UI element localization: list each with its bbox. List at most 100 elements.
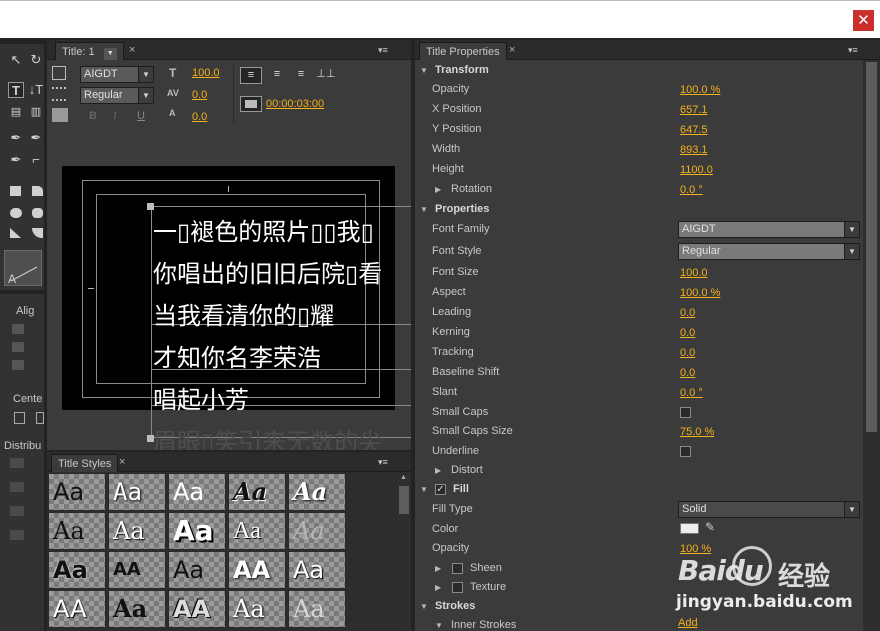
- expand-triangle-icon[interactable]: ▶: [435, 583, 441, 592]
- style-swatch[interactable]: Aa: [168, 512, 226, 550]
- title-text-block[interactable]: 一▯褪色的照片▯▯我▯ 你唱出的旧旧后院▯看 当我看清你的▯耀 才知你名李荣浩 …: [151, 212, 411, 450]
- style-swatch[interactable]: Aa: [228, 512, 286, 550]
- align-left-button[interactable]: ≡: [240, 67, 262, 84]
- distribute-center-icon[interactable]: [10, 482, 24, 492]
- pen-tool-icon[interactable]: ✒: [8, 130, 24, 146]
- underline-checkbox[interactable]: [680, 446, 691, 457]
- property-value[interactable]: 0.0: [680, 327, 695, 339]
- convert-anchor-tool-icon[interactable]: ⌐: [28, 152, 44, 168]
- style-swatch[interactable]: AA: [228, 551, 286, 589]
- style-swatch[interactable]: Aa: [48, 551, 106, 589]
- tab-title-1[interactable]: Title: 1 ▼: [55, 42, 124, 60]
- distribute-left-icon[interactable]: [10, 458, 24, 468]
- strokes-section-header[interactable]: Strokes: [435, 600, 475, 612]
- texture-checkbox[interactable]: [452, 582, 463, 593]
- style-swatch[interactable]: Aa: [168, 551, 226, 589]
- collapse-triangle-icon[interactable]: ▼: [420, 485, 428, 494]
- close-tab-icon[interactable]: ×: [509, 44, 515, 56]
- kerning-value[interactable]: 0.0: [192, 89, 207, 101]
- expand-triangle-icon[interactable]: ▶: [435, 185, 441, 194]
- arc-tool-icon[interactable]: [32, 228, 43, 238]
- fill-type-dropdown[interactable]: Solid ▼: [678, 501, 860, 518]
- underline-button[interactable]: U: [137, 110, 145, 122]
- fill-color-swatch[interactable]: [680, 523, 699, 534]
- center-vertical-icon[interactable]: [36, 412, 44, 424]
- scroll-up-icon[interactable]: ▲: [400, 474, 407, 481]
- style-swatch[interactable]: Aa: [228, 590, 286, 628]
- tab-title-properties[interactable]: Title Properties: [419, 42, 507, 60]
- property-value[interactable]: 100.0: [680, 267, 708, 279]
- scrollbar-thumb[interactable]: [866, 62, 877, 432]
- selection-tool-icon[interactable]: ↖: [8, 52, 24, 68]
- clipped-rectangle-tool-icon[interactable]: [32, 186, 43, 196]
- add-inner-stroke-link[interactable]: Add: [678, 617, 698, 629]
- distribute-right-icon[interactable]: [10, 506, 24, 516]
- vertical-area-type-tool-icon[interactable]: ▥: [28, 104, 44, 120]
- rounded-rectangle-tool-icon[interactable]: [32, 208, 43, 218]
- new-title-icon[interactable]: [52, 66, 66, 80]
- style-swatch[interactable]: Aa: [228, 473, 286, 511]
- property-value[interactable]: 0.0: [680, 307, 695, 319]
- style-swatch[interactable]: Aa: [48, 512, 106, 550]
- fill-section-header[interactable]: Fill: [453, 483, 469, 495]
- font-family-select[interactable]: AIGDT ▼: [80, 66, 154, 83]
- eyedropper-icon[interactable]: ✎: [705, 520, 715, 534]
- area-type-tool-icon[interactable]: ▤: [8, 104, 24, 120]
- style-swatch[interactable]: AA: [108, 551, 166, 589]
- rotation-tool-icon[interactable]: ↻: [28, 52, 44, 68]
- font-size-value[interactable]: 100.0: [192, 67, 220, 79]
- wedge-tool-icon[interactable]: [10, 228, 21, 238]
- tab-title-styles[interactable]: Title Styles: [51, 454, 119, 472]
- font-style-select[interactable]: Regular ▼: [80, 87, 154, 104]
- font-style-dropdown[interactable]: Regular ▼: [678, 243, 860, 260]
- expand-triangle-icon[interactable]: ▶: [435, 466, 441, 475]
- panel-menu-icon[interactable]: ▾≡: [378, 457, 388, 468]
- style-swatch[interactable]: Aa: [108, 590, 166, 628]
- properties-section-header[interactable]: Properties: [435, 203, 489, 215]
- property-value[interactable]: 647.5: [680, 124, 708, 136]
- style-swatch[interactable]: Aa: [168, 473, 226, 511]
- tab-stops-button[interactable]: ⊥⊥: [315, 67, 337, 84]
- style-swatch[interactable]: Aa: [108, 512, 166, 550]
- style-swatch[interactable]: Aa: [108, 473, 166, 511]
- style-swatch[interactable]: AA: [48, 590, 106, 628]
- show-background-video-icon[interactable]: [240, 96, 262, 112]
- collapse-triangle-icon[interactable]: ▼: [435, 621, 443, 630]
- small-caps-checkbox[interactable]: [680, 407, 691, 418]
- add-anchor-tool-icon[interactable]: ✒: [8, 152, 24, 168]
- style-swatch[interactable]: Aa: [48, 473, 106, 511]
- rectangle-tool-icon[interactable]: [10, 186, 21, 196]
- property-value[interactable]: 0.0 °: [680, 387, 703, 399]
- center-horizontal-icon[interactable]: [14, 412, 25, 424]
- templates-icon[interactable]: [52, 108, 68, 122]
- style-swatch[interactable]: Aa: [288, 473, 346, 511]
- property-value[interactable]: 100.0 %: [680, 84, 720, 96]
- title-dropdown-icon[interactable]: ▼: [103, 48, 117, 60]
- font-family-dropdown[interactable]: AIGDT ▼: [678, 221, 860, 238]
- align-center-button[interactable]: ≡: [267, 67, 287, 84]
- ellipse-tool-icon[interactable]: [10, 208, 22, 218]
- scrollbar-thumb[interactable]: [399, 486, 409, 514]
- style-swatch[interactable]: Aa: [288, 590, 346, 628]
- transform-section-header[interactable]: Transform: [435, 64, 489, 76]
- style-swatch[interactable]: Aa: [288, 512, 346, 550]
- property-value[interactable]: 0.0: [680, 347, 695, 359]
- panel-menu-icon[interactable]: ▾≡: [848, 45, 858, 56]
- property-value[interactable]: 75.0 %: [680, 426, 714, 438]
- timecode-value[interactable]: 00:00:03:00: [266, 98, 324, 110]
- collapse-triangle-icon[interactable]: ▼: [420, 66, 428, 75]
- italic-button[interactable]: I: [113, 110, 117, 122]
- distribute-even-icon[interactable]: [10, 530, 24, 540]
- align-left-icon[interactable]: [12, 324, 24, 334]
- properties-scrollbar[interactable]: [863, 60, 880, 631]
- expand-triangle-icon[interactable]: ▶: [435, 564, 441, 573]
- panel-menu-icon[interactable]: ▾≡: [378, 45, 388, 56]
- align-center-icon[interactable]: [12, 342, 24, 352]
- align-right-icon[interactable]: [12, 360, 24, 370]
- fill-checkbox[interactable]: ✓: [435, 484, 446, 495]
- property-value[interactable]: 0.0: [680, 367, 695, 379]
- leading-value[interactable]: 0.0: [192, 111, 207, 123]
- close-tab-icon[interactable]: ×: [119, 456, 125, 468]
- vertical-type-tool-icon[interactable]: ↓T: [28, 82, 44, 98]
- property-value[interactable]: 893.1: [680, 144, 708, 156]
